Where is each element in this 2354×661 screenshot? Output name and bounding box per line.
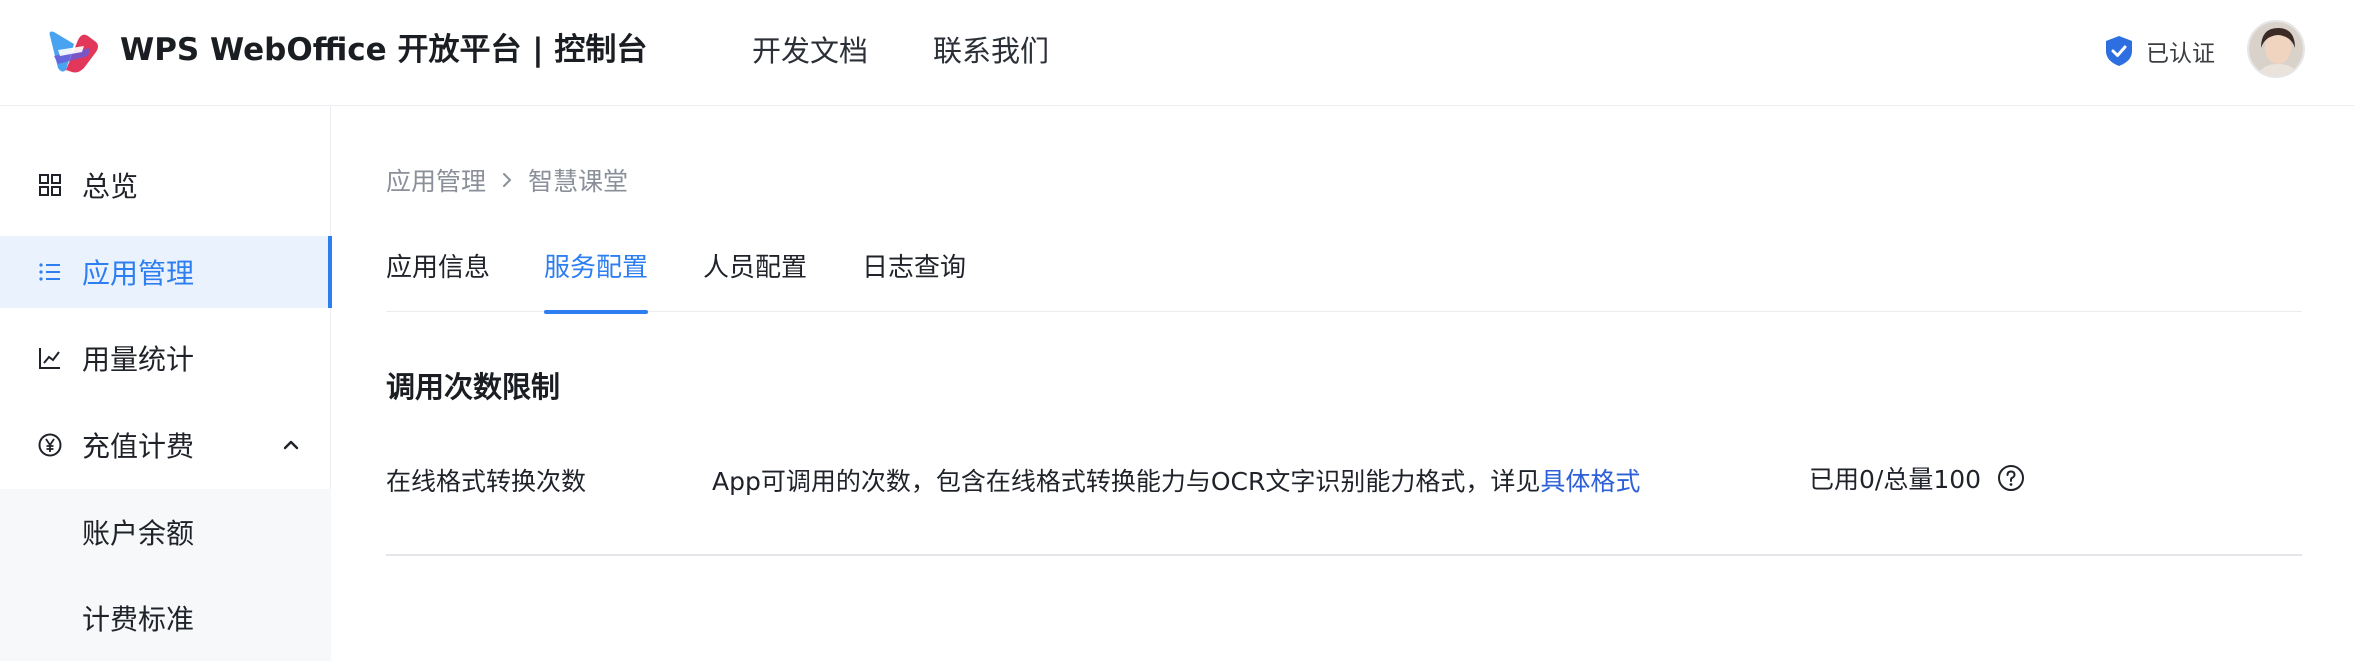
section-title: 调用次数限制	[386, 370, 561, 404]
quota-name: 在线格式转换次数	[386, 467, 587, 496]
breadcrumb: 应用管理 智慧课堂	[386, 162, 628, 198]
help-icon[interactable]	[1997, 464, 2025, 492]
brand-title[interactable]: WPS WebOffice 开放平台 | 控制台	[120, 29, 647, 71]
sidebar-item-label: 应用管理	[82, 257, 195, 290]
top-header: WPS WebOffice 开放平台 | 控制台 开发文档 联系我们 已认证	[0, 0, 2354, 106]
yen-icon	[38, 433, 62, 457]
verified-shield-icon	[2106, 36, 2132, 66]
quota-description: App可调用的次数，包含在线格式转换能力与OCR文字识别能力格式，详见具体格式	[712, 462, 1640, 498]
format-details-link[interactable]: 具体格式	[1540, 467, 1640, 496]
quota-description-text: App可调用的次数，包含在线格式转换能力与OCR文字识别能力格式，详见	[712, 467, 1541, 496]
sidebar-item-pricing[interactable]: 计费标准	[0, 575, 331, 661]
verified-status: 已认证	[2104, 34, 2215, 68]
chevron-right-icon	[503, 173, 512, 187]
tab-app-info[interactable]: 应用信息	[386, 248, 490, 288]
sidebar-item-label: 用量统计	[82, 343, 195, 376]
tab-service-config[interactable]: 服务配置	[544, 248, 649, 314]
user-avatar[interactable]	[2247, 20, 2305, 78]
line-chart-icon	[39, 348, 60, 369]
avatar-image	[2249, 22, 2303, 76]
main-content: 应用管理 智慧课堂 应用信息 服务配置 人员配置 日志查询 调用次数限制 在线格…	[386, 106, 2302, 658]
list-icon	[39, 263, 60, 281]
breadcrumb-current: 智慧课堂	[528, 167, 629, 196]
chevron-up-icon[interactable]	[281, 435, 301, 455]
sidebar-item-app-management[interactable]: 应用管理	[0, 236, 332, 308]
wps-logo-icon[interactable]	[44, 26, 102, 76]
sidebar-item-overview[interactable]: 总览	[0, 149, 331, 221]
verified-label: 已认证	[2146, 41, 2215, 67]
sidebar-item-label: 总览	[82, 170, 139, 203]
row-divider	[386, 554, 2302, 556]
sidebar-item-label: 账户余额	[82, 517, 195, 550]
tab-bar: 应用信息 服务配置 人员配置 日志查询	[386, 238, 2302, 314]
nav-contact-us[interactable]: 联系我们	[933, 31, 1049, 71]
grid-icon	[39, 174, 61, 196]
sidebar-item-billing[interactable]: 充值计费	[0, 409, 331, 481]
tab-member-config[interactable]: 人员配置	[703, 248, 807, 288]
quota-usage: 已用0/总量100	[1809, 460, 2025, 496]
usage-text: 已用0/总量100	[1809, 465, 1982, 494]
sidebar: 总览 应用管理 用量统计 充值计费 账户余额 计费标准	[0, 106, 332, 661]
tab-log-query[interactable]: 日志查询	[862, 248, 966, 288]
nav-dev-docs[interactable]: 开发文档	[752, 31, 868, 71]
sidebar-item-account-balance[interactable]: 账户余额	[0, 489, 331, 575]
sidebar-item-label: 充值计费	[82, 430, 195, 463]
sidebar-item-label: 计费标准	[82, 603, 195, 636]
sidebar-item-usage-stats[interactable]: 用量统计	[0, 322, 331, 394]
breadcrumb-parent[interactable]: 应用管理	[386, 162, 486, 198]
